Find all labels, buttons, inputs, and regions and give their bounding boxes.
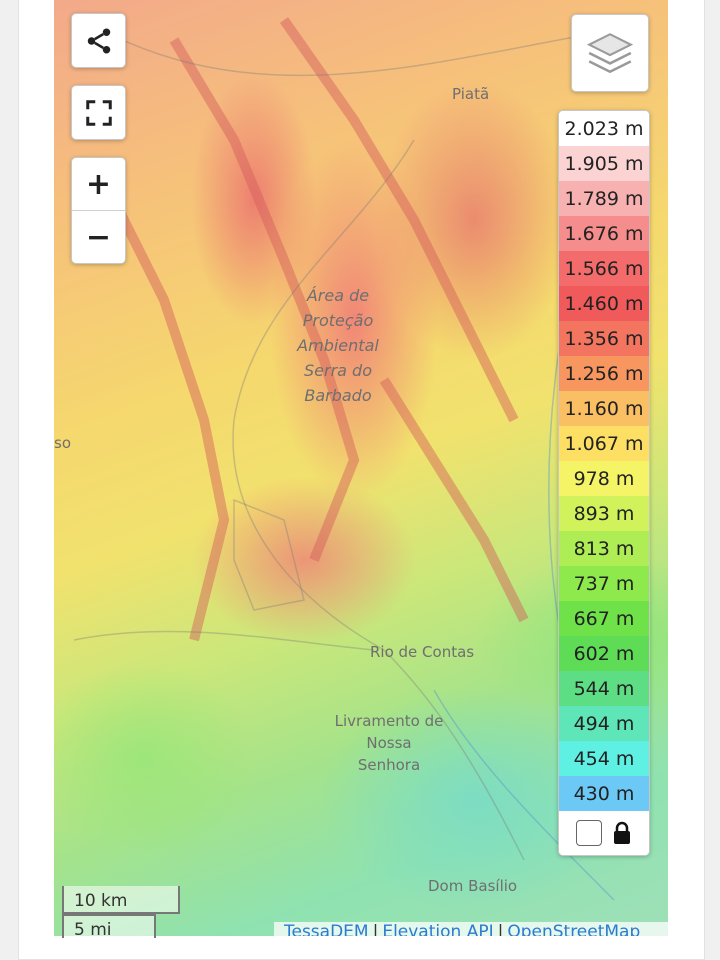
place-label-rio-de-contas: Rio de Contas: [370, 643, 475, 661]
place-label-dom-basilio: Dom Basílio: [428, 877, 518, 895]
layers-icon: [586, 33, 634, 74]
scale-bar-km: 10 km: [62, 886, 180, 914]
place-label-piata: Piatã: [452, 85, 490, 103]
legend-entry: 1.905 m: [559, 146, 649, 181]
fullscreen-icon: [85, 99, 112, 126]
attribution-link-openstreetmap[interactable]: OpenStreetMap: [507, 922, 640, 936]
attribution-separator: |: [497, 922, 504, 936]
protected-area-label: Área de Proteção Ambiental Serra do Barb…: [297, 286, 379, 405]
legend-checkbox[interactable]: [576, 820, 602, 846]
legend-entry: 667 m: [559, 601, 649, 636]
legend-entry: 978 m: [559, 461, 649, 496]
legend-entry: 813 m: [559, 531, 649, 566]
ridge-line: [379, 377, 529, 623]
attribution-bar: TessaDEM | Elevation API | OpenStreetMap: [274, 922, 668, 936]
legend-entry: 1.356 m: [559, 321, 649, 356]
legend-entry: 602 m: [559, 636, 649, 671]
legend-entry: 494 m: [559, 706, 649, 741]
share-icon: [87, 28, 110, 53]
legend-entry: 544 m: [559, 671, 649, 706]
legend-entry: 454 m: [559, 741, 649, 776]
lock-icon[interactable]: [612, 821, 632, 845]
boundary-line: [233, 498, 305, 611]
share-button[interactable]: [71, 13, 126, 68]
legend-entry: 1.566 m: [559, 251, 649, 286]
legend-entry: 430 m: [559, 776, 649, 811]
zoom-control: + −: [71, 157, 126, 264]
zoom-out-button[interactable]: −: [72, 211, 125, 263]
ridge-line: [109, 197, 230, 642]
place-label-partial: so: [54, 434, 71, 452]
attribution-separator: |: [372, 922, 379, 936]
road-line: [73, 630, 375, 651]
legend-entry: 737 m: [559, 566, 649, 601]
layers-button[interactable]: [571, 14, 649, 92]
fullscreen-button[interactable]: [71, 85, 126, 140]
legend-footer: [559, 811, 649, 855]
legend-entry: 2.023 m: [559, 111, 649, 146]
legend-entry: 893 m: [559, 496, 649, 531]
legend-rows: 2.023 m 1.905 m 1.789 m 1.676 m 1.566 m 1.460…: [559, 111, 649, 811]
scale-bar-mi: 5 mi: [62, 914, 156, 940]
legend-entry: 1.067 m: [559, 426, 649, 461]
zoom-in-button[interactable]: +: [72, 158, 125, 211]
legend-entry: 1.676 m: [559, 216, 649, 251]
attribution-link-elevation-api[interactable]: Elevation API: [382, 922, 493, 936]
legend-entry: 1.789 m: [559, 181, 649, 216]
attribution-link-tessadem[interactable]: TessaDEM: [284, 922, 369, 936]
elevation-legend: 2.023 m 1.905 m 1.789 m 1.676 m 1.566 m 1.460…: [558, 110, 650, 856]
legend-entry: 1.256 m: [559, 356, 649, 391]
legend-entry: 1.160 m: [559, 391, 649, 426]
place-label-livramento: Livramento de Nossa Senhora: [334, 712, 444, 774]
road-line: [83, 19, 615, 77]
legend-entry: 1.460 m: [559, 286, 649, 321]
